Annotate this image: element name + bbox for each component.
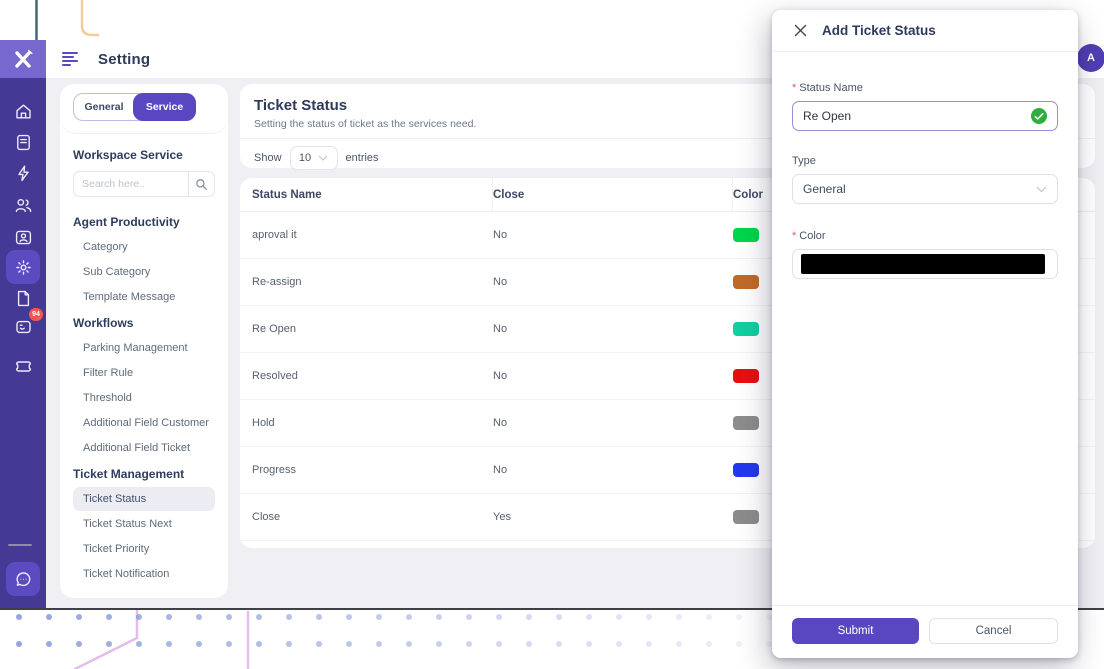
cell-close: No	[493, 276, 733, 288]
valid-check-icon	[1031, 108, 1047, 124]
status-name-field	[792, 101, 1058, 131]
required-asterisk: *	[792, 230, 796, 242]
ticket-icon[interactable]	[6, 349, 40, 383]
nav-item-ticket-priority[interactable]: Ticket Priority	[73, 537, 215, 561]
search-input[interactable]	[74, 178, 188, 190]
cell-status-name: aproval it	[240, 229, 493, 241]
status-color-chip	[733, 369, 759, 383]
nav-item-category[interactable]: Category	[73, 235, 215, 259]
cell-close: No	[493, 417, 733, 429]
decor-lines-top	[0, 0, 140, 42]
tab-service[interactable]: Service	[133, 93, 196, 121]
nav-item-ticket-status-next[interactable]: Ticket Status Next	[73, 512, 215, 536]
status-name-label: *Status Name	[792, 82, 1058, 94]
status-color-chip	[733, 228, 759, 242]
cell-status-name: Progress	[240, 464, 493, 476]
avatar[interactable]: A	[1077, 44, 1104, 72]
add-ticket-status-drawer: Add Ticket Status *Status Name Type Gene…	[772, 10, 1078, 658]
nav-item-threshold[interactable]: Threshold	[73, 386, 215, 410]
cell-status-name: Hold	[240, 417, 493, 429]
brand-x-icon	[11, 47, 35, 71]
status-color-chip	[733, 416, 759, 430]
nav-item-additional-field-customer[interactable]: Additional Field Customer	[73, 411, 215, 435]
color-label: *Color	[792, 230, 1058, 242]
chat-icon[interactable]: 94	[6, 310, 40, 344]
cell-close: No	[493, 229, 733, 241]
drawer-header: Add Ticket Status	[772, 10, 1078, 52]
nav-section-title: Agent Productivity	[73, 209, 215, 234]
show-label: Show	[254, 152, 282, 164]
type-select[interactable]: General	[792, 174, 1058, 204]
required-asterisk: *	[792, 82, 796, 94]
settings-tabs: General Service	[60, 84, 228, 134]
nav-section-title: Workflows	[73, 310, 215, 335]
color-swatch	[801, 254, 1045, 274]
page-size-value: 10	[299, 152, 311, 164]
drawer-body: *Status Name Type General *Color	[772, 52, 1078, 605]
nav-section-title: Ticket Management	[73, 461, 215, 486]
sidebar-divider	[8, 544, 32, 546]
nav-item-filter-rule[interactable]: Filter Rule	[73, 361, 215, 385]
cell-status-name: Resolved	[240, 370, 493, 382]
status-color-chip	[733, 275, 759, 289]
menu-toggle-icon[interactable]	[62, 50, 78, 68]
support-chat-icon[interactable]	[6, 562, 40, 596]
cell-close: Yes	[493, 511, 733, 523]
cell-status-name: Close	[240, 511, 493, 523]
nav-heading: Workspace Service	[73, 148, 215, 162]
status-color-chip	[733, 322, 759, 336]
settings-nav-list: Agent ProductivityCategorySub CategoryTe…	[73, 209, 215, 586]
status-color-chip	[733, 510, 759, 524]
status-name-input[interactable]	[803, 109, 1031, 123]
chevron-down-icon	[1036, 186, 1047, 193]
nav-item-ticket-status[interactable]: Ticket Status	[73, 487, 215, 511]
cell-status-name: Re-assign	[240, 276, 493, 288]
submit-button[interactable]: Submit	[792, 618, 919, 644]
drawer-footer: Submit Cancel	[772, 605, 1078, 658]
color-picker-field[interactable]	[792, 249, 1058, 279]
notification-badge: 94	[29, 308, 43, 321]
nav-item-sub-category[interactable]: Sub Category	[73, 260, 215, 284]
status-color-chip	[733, 463, 759, 477]
page-title: Setting	[98, 51, 150, 68]
nav-search	[73, 171, 215, 197]
contact-card-icon[interactable]	[6, 220, 40, 254]
document-icon[interactable]	[6, 125, 40, 159]
users-icon[interactable]	[6, 188, 40, 222]
cancel-button[interactable]: Cancel	[929, 618, 1058, 644]
cell-status-name: Re Open	[240, 323, 493, 335]
tab-general[interactable]: General	[74, 94, 134, 120]
search-icon[interactable]	[188, 172, 214, 196]
automation-icon[interactable]	[6, 156, 40, 190]
home-icon[interactable]	[6, 94, 40, 128]
cell-close: No	[493, 370, 733, 382]
type-value: General	[803, 182, 846, 196]
close-icon[interactable]	[794, 24, 807, 37]
column-header-close: Close	[493, 178, 733, 211]
sidebar: 94	[0, 40, 46, 608]
chevron-down-icon	[318, 155, 328, 161]
drawer-title: Add Ticket Status	[822, 23, 936, 38]
column-header-status-name: Status Name	[240, 178, 493, 211]
page-size-select[interactable]: 10	[290, 146, 338, 170]
nav-item-parking-management[interactable]: Parking Management	[73, 336, 215, 360]
nav-item-ticket-notification[interactable]: Ticket Notification	[73, 562, 215, 586]
type-label: Type	[792, 155, 1058, 167]
nav-item-template-message[interactable]: Template Message	[73, 285, 215, 309]
cell-close: No	[493, 323, 733, 335]
cell-close: No	[493, 464, 733, 476]
nav-item-additional-field-ticket[interactable]: Additional Field Ticket	[73, 436, 215, 460]
settings-nav-panel: General Service Workspace Service Agent …	[60, 84, 228, 598]
settings-icon[interactable]	[6, 250, 40, 284]
entries-label: entries	[346, 152, 379, 164]
app-logo[interactable]	[0, 40, 46, 78]
